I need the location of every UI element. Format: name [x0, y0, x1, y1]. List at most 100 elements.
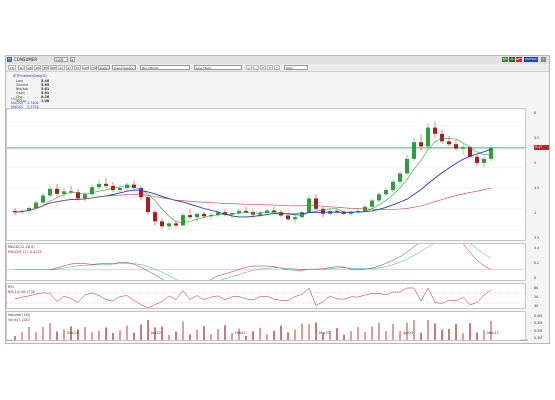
button-bt[interactable]: BT — [502, 57, 508, 62]
y-tick-label: 0.4 — [534, 246, 540, 250]
candle-body — [146, 197, 150, 213]
candle-body — [97, 183, 101, 188]
candle-body — [48, 188, 52, 196]
price-pane[interactable] — [6, 108, 526, 241]
range-button-7[interactable]: 5Y — [74, 65, 81, 70]
ma20-line — [14, 148, 492, 218]
range-button-6[interactable]: 2Y — [66, 65, 73, 70]
y-tick-label: 0.2 — [534, 261, 540, 265]
candle-body — [118, 188, 122, 191]
candle-body — [475, 156, 479, 163]
print-icon[interactable]: ⎙ — [274, 65, 280, 70]
x-tick-label: Feb22 — [235, 331, 246, 335]
close-icon[interactable]: × — [541, 57, 546, 62]
footer-right: 1:0:0 — [520, 338, 528, 342]
y-tick-label: 3.5 — [534, 236, 540, 240]
button-al[interactable]: AL — [509, 57, 515, 62]
range-button-4[interactable]: 6M — [50, 65, 57, 70]
toolbar: 1D 1D 1W 1M 3M 6M 1Y 2Y 5Y 10Y YTD Date Trend Sup… — [6, 64, 549, 72]
macd-y-axis: 0.4 0.2 0 — [530, 243, 550, 281]
y-tick-label: 0.3M — [534, 321, 543, 326]
window-title: CONSUMER — [14, 57, 38, 62]
candle-body — [174, 223, 178, 226]
candle-body — [440, 133, 444, 142]
rsi-chart — [7, 287, 525, 308]
macd-line — [15, 244, 492, 280]
period-select[interactable]: Date — [98, 65, 110, 70]
footer-left: 1.4 — [7, 338, 12, 342]
rsi-line — [14, 287, 492, 308]
candle-body — [370, 200, 374, 207]
symbol-go-button[interactable]: ▸ — [70, 57, 75, 62]
x-tick-label: Mar22 — [319, 331, 331, 335]
chart-window: M CONSUMER GSR ▸ BT AL GET MATRIX × 1D 1… — [5, 55, 550, 344]
tools-select[interactable]: Line (Tool) — [194, 65, 242, 70]
range-button-5[interactable]: 1Y — [58, 65, 65, 70]
pencil-icon[interactable]: ✎ — [267, 65, 273, 70]
symbol-input[interactable]: GSR — [54, 57, 68, 62]
candle-body — [104, 183, 108, 186]
rsi-y-axis: 60 50 40 — [530, 283, 550, 309]
candle-body — [433, 127, 437, 134]
candle-body — [482, 158, 486, 163]
y-tick-label: 0.2M — [534, 328, 543, 333]
range-button-3[interactable]: 3M — [42, 65, 49, 70]
study-select[interactable]: Bar (Short) — [140, 65, 190, 70]
candle-body — [314, 198, 318, 209]
candle-body — [258, 213, 262, 215]
theme-select[interactable]: Dark — [284, 65, 308, 70]
y-tick-label: 0.1M — [534, 336, 543, 340]
button-get[interactable]: GET — [516, 57, 522, 62]
crosshair-icon[interactable]: ✛ — [260, 65, 266, 70]
interval-button[interactable]: 1D — [8, 65, 16, 70]
volume-bar — [427, 320, 429, 340]
zoom-in-icon[interactable]: + — [246, 65, 252, 70]
range-button-9[interactable]: YTD — [90, 65, 97, 70]
y-tick-label: 0 — [534, 276, 537, 280]
candle-body — [195, 213, 199, 218]
candle-body — [405, 158, 409, 174]
button-matrix[interactable]: MATRIX — [524, 57, 538, 62]
candle-body — [398, 173, 402, 182]
price-chart — [7, 121, 525, 230]
ma200-line — [14, 187, 492, 213]
candle-body — [202, 213, 206, 217]
candle-body — [244, 210, 248, 213]
candle-body — [489, 147, 493, 159]
price-y-axis: 6 5.5 5 4.5 4 3.5 — [530, 108, 550, 241]
candle-body — [272, 210, 276, 213]
candle-body — [286, 215, 290, 220]
chart-select[interactable]: Trend Supply — [112, 65, 136, 70]
y-tick-label: 6 — [534, 111, 537, 115]
range-button-1[interactable]: 1W — [26, 65, 33, 70]
volume-bar — [147, 320, 149, 340]
y-tick-label: 60 — [534, 286, 539, 290]
rsi-pane[interactable]: RSI RSI(14) 56.1736 — [6, 283, 526, 309]
candle-body — [237, 210, 241, 213]
app-icon: M — [7, 57, 12, 62]
x-tick-label: Jan22 — [151, 331, 161, 335]
candle-body — [34, 202, 38, 208]
range-button-2[interactable]: 1M — [34, 65, 41, 70]
price-tag-label: 5.47 — [534, 144, 549, 149]
volume-bar — [413, 320, 415, 340]
y-tick-label: 4.5 — [534, 186, 540, 190]
y-tick-label: 0.4M — [534, 314, 543, 318]
candle-body — [160, 221, 164, 227]
macd-pane[interactable]: MACD(12,26,9) MACD(9,12) -0.0228 — [6, 243, 526, 281]
range-button-8[interactable]: 10Y — [82, 65, 89, 70]
range-button-0[interactable]: 1D — [18, 65, 25, 70]
quote-title: IETFmarketData(D) — [13, 74, 47, 78]
candle-body — [377, 194, 381, 201]
candle-body — [181, 215, 185, 226]
candle-body — [419, 142, 423, 147]
candle-body — [55, 188, 59, 194]
zoom-out-icon[interactable]: − — [253, 65, 259, 70]
y-tick-label: 40 — [534, 304, 539, 308]
candle-body — [153, 212, 157, 222]
candle-body — [454, 144, 458, 149]
candle-body — [461, 147, 465, 149]
y-tick-label: 5 — [534, 161, 537, 165]
candle-body — [412, 142, 416, 159]
candle-body — [307, 198, 311, 213]
